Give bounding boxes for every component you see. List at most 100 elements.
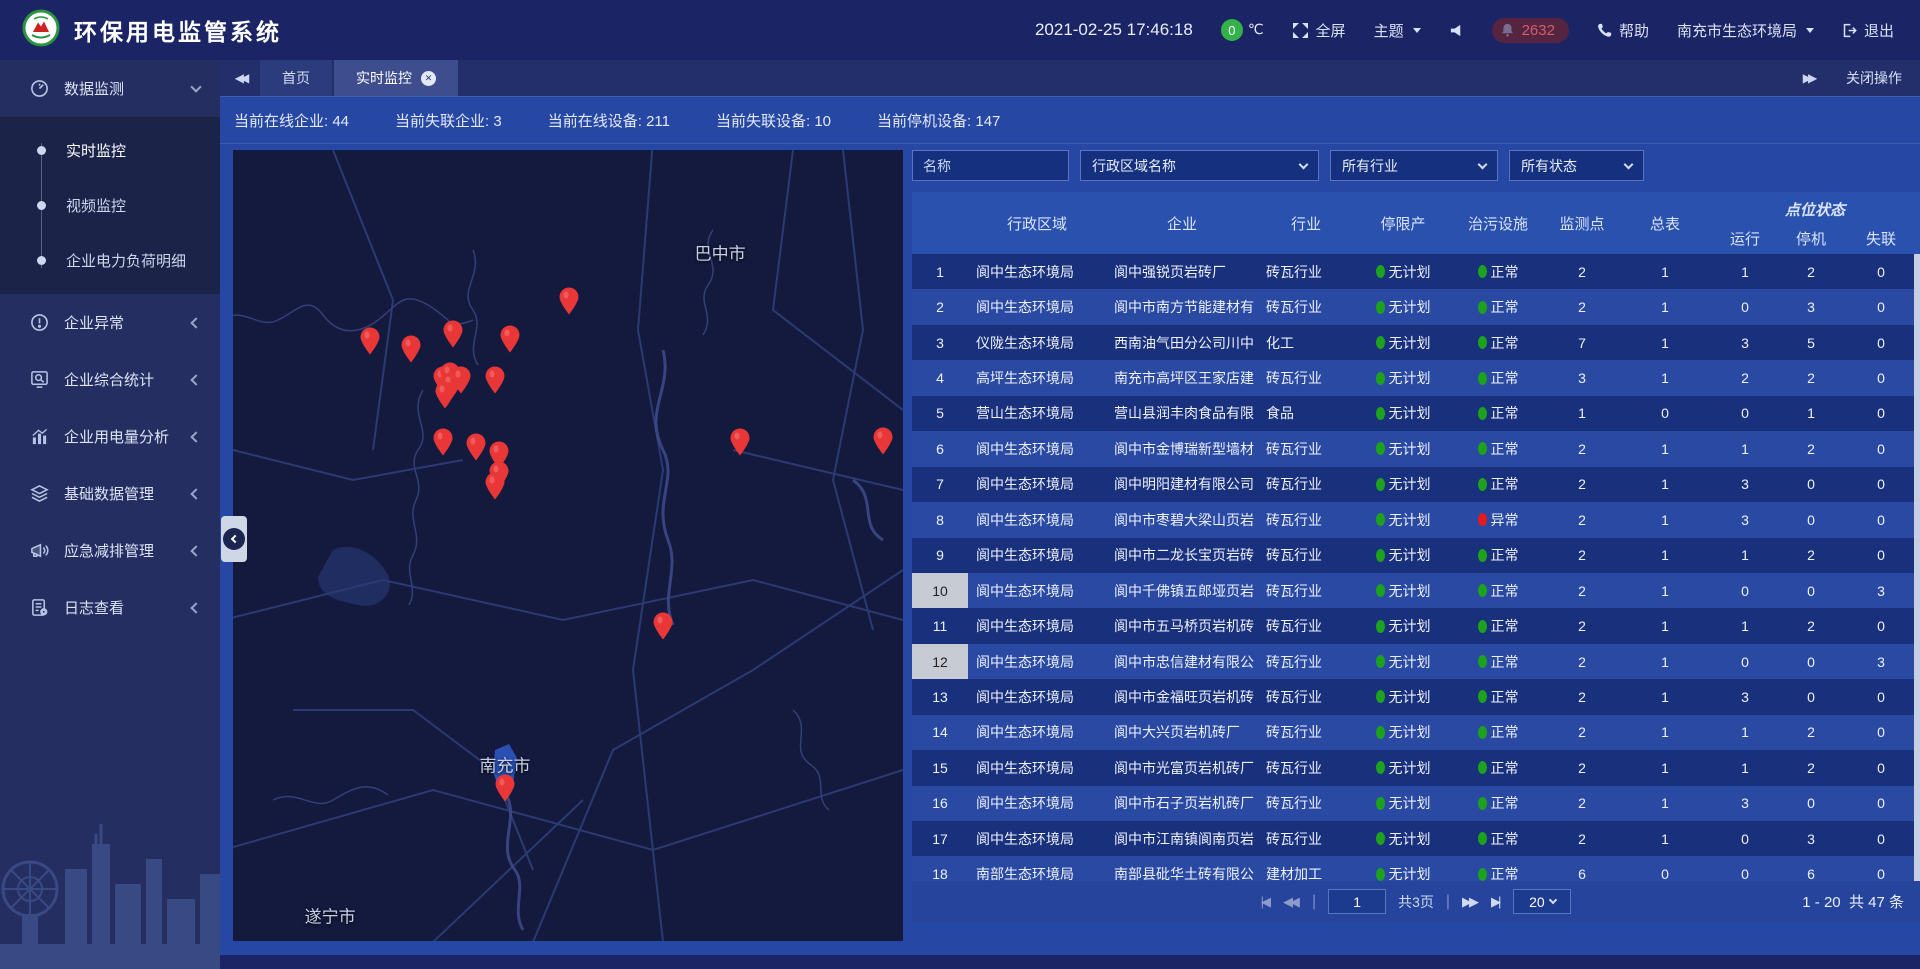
name-filter-input[interactable] xyxy=(912,150,1069,181)
sidebar-item[interactable]: 企业异常 xyxy=(0,294,220,351)
close-tab-icon[interactable]: ✕ xyxy=(421,71,436,86)
map-pin-icon[interactable] xyxy=(484,366,505,394)
first-page-icon[interactable]: |◀ xyxy=(1261,894,1271,910)
map-pin-icon[interactable] xyxy=(653,612,674,640)
fullscreen-button[interactable]: 全屏 xyxy=(1292,20,1346,41)
page-number-input[interactable] xyxy=(1328,889,1386,914)
table-row[interactable]: 18南部生态环境局南部县砒华土砖有限公建材加工无计划正常60060 xyxy=(912,856,1920,881)
table-row[interactable]: 8阆中生态环境局阆中市枣碧大梁山页岩砖瓦行业无计划异常21300 xyxy=(912,502,1920,537)
logout-button[interactable]: 退出 xyxy=(1842,20,1894,41)
sidebar-item[interactable]: 日志查看 xyxy=(0,579,220,636)
table-row[interactable]: 7阆中生态环境局阆中明阳建材有限公司砖瓦行业无计划正常21300 xyxy=(912,467,1920,502)
theme-dropdown[interactable]: 主题 xyxy=(1374,20,1421,41)
notification-badge[interactable]: 2632 xyxy=(1492,18,1569,43)
table-row[interactable]: 3仪陇生态环境局西南油气田分公司川中化工无计划正常71350 xyxy=(912,325,1920,360)
cell-index: 7 xyxy=(912,467,968,502)
cell-run: 3 xyxy=(1710,512,1780,528)
help-button[interactable]: 帮助 xyxy=(1597,20,1649,41)
city-label: 遂宁市 xyxy=(305,902,356,927)
table-row[interactable]: 13阆中生态环境局阆中市金福旺页岩机砖砖瓦行业无计划正常21300 xyxy=(912,679,1920,714)
table-row[interactable]: 17阆中生态环境局阆中市江南镇阆南页岩砖瓦行业无计划正常21030 xyxy=(912,821,1920,856)
next-page-icon[interactable]: ▶▶ xyxy=(1462,894,1479,910)
map-pin-icon[interactable] xyxy=(499,325,520,353)
table-row[interactable]: 2阆中生态环境局阆中市南方节能建材有砖瓦行业无计划正常21030 xyxy=(912,289,1920,324)
cell-total-meters: 0 xyxy=(1620,405,1710,421)
status-dot-icon xyxy=(1376,620,1385,633)
industry-filter-select[interactable]: 所有行业 xyxy=(1330,150,1498,181)
table-row[interactable]: 9阆中生态环境局阆中市二龙长宝页岩砖砖瓦行业无计划正常21120 xyxy=(912,538,1920,573)
table-row[interactable]: 11阆中生态环境局阆中市五马桥页岩机砖砖瓦行业无计划正常21120 xyxy=(912,608,1920,643)
table-row[interactable]: 5营山生态环境局营山县润丰肉食品有限食品无计划正常10010 xyxy=(912,396,1920,431)
cell-index: 1 xyxy=(912,254,968,289)
cell-stop: 2 xyxy=(1780,441,1842,457)
col-production: 停限产 xyxy=(1354,192,1452,254)
status-filter-select[interactable]: 所有状态 xyxy=(1509,150,1644,181)
cell-region: 阆中生态环境局 xyxy=(968,297,1106,317)
map-pin-icon[interactable] xyxy=(558,287,579,315)
stat-label: 当前失联设备: xyxy=(716,113,810,130)
map-pin-icon[interactable] xyxy=(730,428,751,456)
tab-realtime-monitor[interactable]: 实时监控 ✕ xyxy=(334,60,458,96)
map-pin-icon[interactable] xyxy=(450,366,471,394)
page-size-select[interactable]: 20 xyxy=(1513,889,1571,914)
cell-monitor-points: 3 xyxy=(1544,370,1620,386)
map-collapse-button[interactable] xyxy=(221,516,247,562)
sidebar-item[interactable]: 企业综合统计 xyxy=(0,351,220,408)
org-dropdown[interactable]: 南充市生态环境局 xyxy=(1677,20,1814,41)
cell-production-status: 无计划 xyxy=(1354,262,1452,282)
map-pin-icon[interactable] xyxy=(432,428,453,456)
prev-page-icon[interactable]: ◀◀ xyxy=(1283,894,1300,910)
close-operations-dropdown[interactable]: 关闭操作 xyxy=(1846,68,1902,88)
sound-button[interactable] xyxy=(1449,23,1464,38)
map-pin-icon[interactable] xyxy=(484,472,505,500)
status-dot-icon xyxy=(1376,336,1385,349)
sidebar-subitem[interactable]: 视频监控 xyxy=(0,178,220,233)
cell-industry: 化工 xyxy=(1258,333,1354,353)
table-row[interactable]: 15阆中生态环境局阆中市光富页岩机砖厂砖瓦行业无计划正常21120 xyxy=(912,750,1920,785)
total-pages-label: 共3页 xyxy=(1398,892,1434,912)
map-canvas[interactable]: 巴中市南充市遂宁市 xyxy=(233,150,903,941)
last-page-icon[interactable]: ▶| xyxy=(1491,894,1501,910)
map-pin-icon[interactable] xyxy=(872,427,893,455)
map-pin-icon[interactable] xyxy=(465,433,486,461)
table-row[interactable]: 1阆中生态环境局阆中强锐页岩砖厂砖瓦行业无计划正常21120 xyxy=(912,254,1920,289)
cell-run: 0 xyxy=(1710,866,1780,881)
sidebar-subitem[interactable]: 企业电力负荷明细 xyxy=(0,233,220,288)
cell-company: 南部县砒华土砖有限公 xyxy=(1106,864,1258,881)
sidebar-item[interactable]: 数据监测 xyxy=(0,60,220,117)
sidebar-nav: 数据监测实时监控视频监控企业电力负荷明细企业异常企业综合统计企业用电量分析基础数… xyxy=(0,60,220,636)
cell-region: 阆中生态环境局 xyxy=(968,722,1106,742)
table-row[interactable]: 10阆中生态环境局阆中千佛镇五郎垭页岩砖瓦行业无计划正常21003 xyxy=(912,573,1920,608)
sidebar-item[interactable]: 基础数据管理 xyxy=(0,465,220,522)
cell-industry: 砖瓦行业 xyxy=(1258,616,1354,636)
table-row[interactable]: 4高坪生态环境局南充市高坪区王家店建砖瓦行业无计划正常31220 xyxy=(912,360,1920,395)
status-dot-icon xyxy=(1478,868,1487,881)
cell-company: 阆中大兴页岩机砖厂 xyxy=(1106,722,1258,742)
table-row[interactable]: 6阆中生态环境局阆中市金博瑞新型墙材砖瓦行业无计划正常21120 xyxy=(912,431,1920,466)
tabs-scroll-right-icon[interactable]: ▶▶ xyxy=(1788,71,1828,85)
tabs-scroll-left-icon[interactable]: ◀◀ xyxy=(220,60,260,96)
region-filter-select[interactable]: 行政区域名称 xyxy=(1080,150,1319,181)
cell-industry: 砖瓦行业 xyxy=(1258,297,1354,317)
tab-home[interactable]: 首页 xyxy=(260,60,332,96)
map-pin-icon[interactable] xyxy=(442,320,463,348)
cell-run: 1 xyxy=(1710,724,1780,740)
logout-icon xyxy=(1842,23,1857,38)
chevron-down-icon xyxy=(1299,159,1309,169)
sidebar-subitem[interactable]: 实时监控 xyxy=(0,123,220,178)
sidebar-item[interactable]: 企业用电量分析 xyxy=(0,408,220,465)
cell-region: 阆中生态环境局 xyxy=(968,829,1106,849)
fullscreen-icon xyxy=(1292,22,1309,39)
status-dot-icon xyxy=(1478,265,1487,278)
col-company: 企业 xyxy=(1106,192,1258,254)
stat-label: 当前失联企业: xyxy=(395,113,489,130)
cell-monitor-points: 1 xyxy=(1544,405,1620,421)
table-row[interactable]: 14阆中生态环境局阆中大兴页岩机砖厂砖瓦行业无计划正常21120 xyxy=(912,715,1920,750)
map-pin-icon[interactable] xyxy=(359,327,380,355)
table-row[interactable]: 12阆中生态环境局阆中市忠信建材有限公砖瓦行业无计划正常21003 xyxy=(912,644,1920,679)
map-pin-icon[interactable] xyxy=(401,335,422,363)
map-pin-icon[interactable] xyxy=(495,774,516,802)
table-row[interactable]: 16阆中生态环境局阆中市石子页岩机砖厂砖瓦行业无计划正常21300 xyxy=(912,786,1920,821)
sidebar-item[interactable]: 应急减排管理 xyxy=(0,522,220,579)
table-scrollbar[interactable] xyxy=(1914,254,1920,881)
